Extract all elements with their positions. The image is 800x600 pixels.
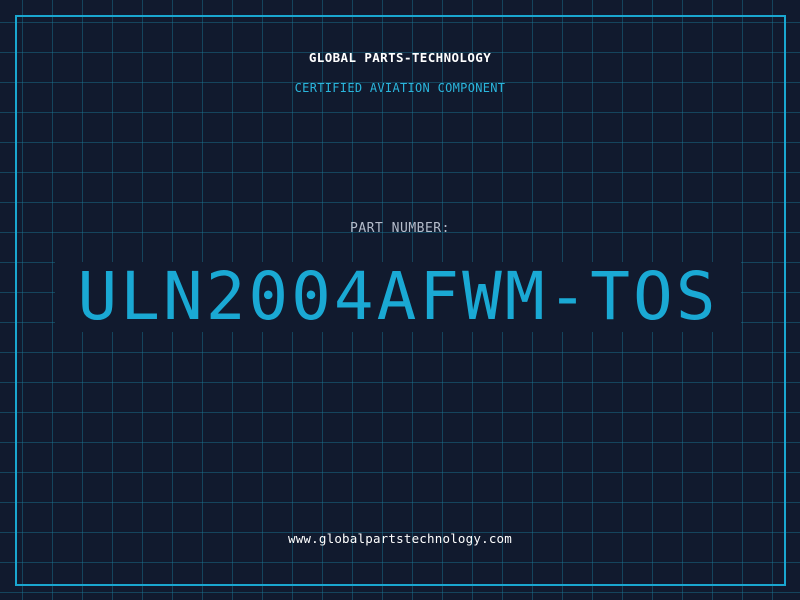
part-number-value: ULN2004AFWM-TOS bbox=[77, 258, 719, 335]
part-number-label: PART NUMBER: bbox=[350, 221, 450, 236]
brand-subtitle: CERTIFIED AVIATION COMPONENT bbox=[294, 81, 506, 95]
website-url: www.globalpartstechnology.com bbox=[287, 531, 513, 546]
certificate-card: GLOBAL PARTS-TECHNOLOGY CERTIFIED AVIATI… bbox=[0, 0, 800, 600]
brand-title: GLOBAL PARTS-TECHNOLOGY bbox=[308, 50, 492, 65]
part-number-block: ULN2004AFWM-TOS bbox=[55, 262, 741, 332]
